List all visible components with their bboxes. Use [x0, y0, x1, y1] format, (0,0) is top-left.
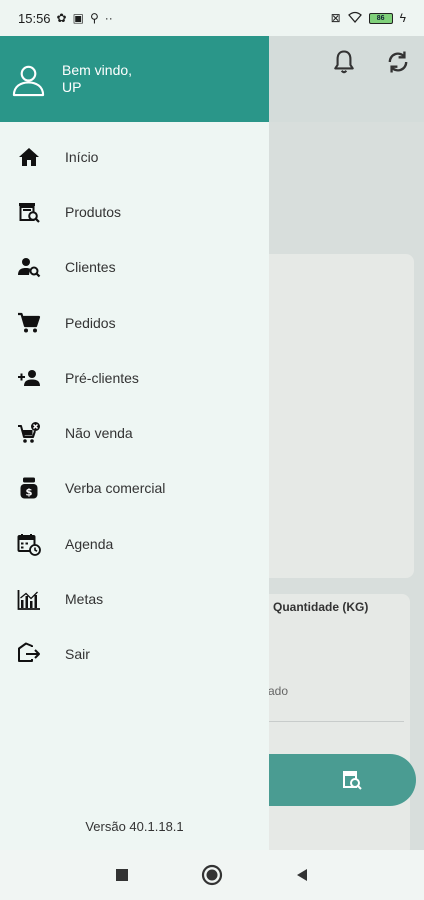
menu-label: Metas [65, 591, 104, 608]
bell-icon[interactable] [330, 48, 358, 76]
quantity-card [250, 594, 410, 856]
menu-label: Clientes [65, 259, 116, 276]
charging-icon: ϟ [399, 11, 406, 25]
menu-label: Produtos [65, 203, 122, 220]
menu-item-agenda[interactable]: Agenda [0, 516, 269, 571]
welcome-username: UP [62, 79, 82, 95]
product-search-icon [16, 199, 42, 225]
gear-icon: ✿ [56, 11, 67, 25]
add-person-icon [16, 365, 42, 391]
sync-icon[interactable] [384, 48, 412, 76]
menu-item-nao-venda[interactable]: Não venda [0, 405, 269, 460]
system-nav-bar [0, 850, 424, 900]
menu-label: Não venda [65, 425, 133, 442]
sim-icon: ⊠ [330, 11, 341, 25]
menu-item-produtos[interactable]: Produtos [0, 184, 269, 239]
navigation-drawer: Bem vindo, UP Início Produtos Clientes P… [0, 36, 269, 850]
cart-cancel-icon [16, 420, 42, 446]
cart-icon [16, 310, 42, 336]
menu-label: Verba comercial [65, 480, 166, 497]
bar-chart-icon [16, 586, 42, 612]
menu-item-sair[interactable]: Sair [0, 627, 269, 682]
quantity-label: Quantidade (KG) [273, 600, 369, 614]
menu-item-metas[interactable]: Metas [0, 571, 269, 626]
money-bag-icon: $ [16, 475, 42, 501]
recents-button[interactable] [111, 864, 133, 886]
products-fab[interactable] [250, 754, 416, 806]
menu-item-verba-comercial[interactable]: $ Verba comercial [0, 461, 269, 516]
back-button[interactable] [291, 864, 313, 886]
user-avatar-icon [11, 62, 46, 97]
status-bar: 15:56 ✿ ▣ ⚲ ·· ⊠ 86 ϟ [0, 0, 424, 36]
menu-item-pedidos[interactable]: Pedidos [0, 295, 269, 350]
menu-label: Agenda [65, 535, 114, 552]
menu-label: Sair [65, 646, 90, 663]
drawer-menu: Início Produtos Clientes Pedidos Pré-cli… [0, 122, 269, 682]
clock: 15:56 [18, 10, 51, 26]
home-icon [16, 144, 42, 170]
client-search-icon [16, 254, 42, 280]
menu-item-clientes[interactable]: Clientes [0, 240, 269, 295]
battery-icon: 86 [368, 12, 393, 24]
calendar-clock-icon [16, 531, 42, 557]
menu-item-pre-clientes[interactable]: Pré-clientes [0, 350, 269, 405]
menu-label: Pré-clientes [65, 369, 139, 386]
welcome-greeting: Bem vindo, [62, 62, 133, 78]
card-text: ado [268, 684, 289, 698]
key-icon: ⚲ [89, 11, 99, 25]
menu-label: Início [65, 148, 99, 165]
product-search-icon [340, 768, 364, 792]
logout-icon [16, 641, 42, 667]
divider [268, 721, 404, 722]
drawer-header: Bem vindo, UP [0, 36, 269, 122]
svg-text:$: $ [26, 488, 33, 499]
image-icon: ▣ [72, 11, 84, 25]
wifi-icon [347, 11, 362, 25]
welcome-text: Bem vindo, UP [62, 62, 132, 96]
summary-card [250, 254, 414, 578]
home-button[interactable] [201, 864, 223, 886]
app-version: Versão 40.1.18.1 [85, 819, 184, 834]
menu-label: Pedidos [65, 314, 116, 331]
menu-item-inicio[interactable]: Início [0, 129, 269, 184]
more-dots-icon: ·· [104, 11, 113, 25]
